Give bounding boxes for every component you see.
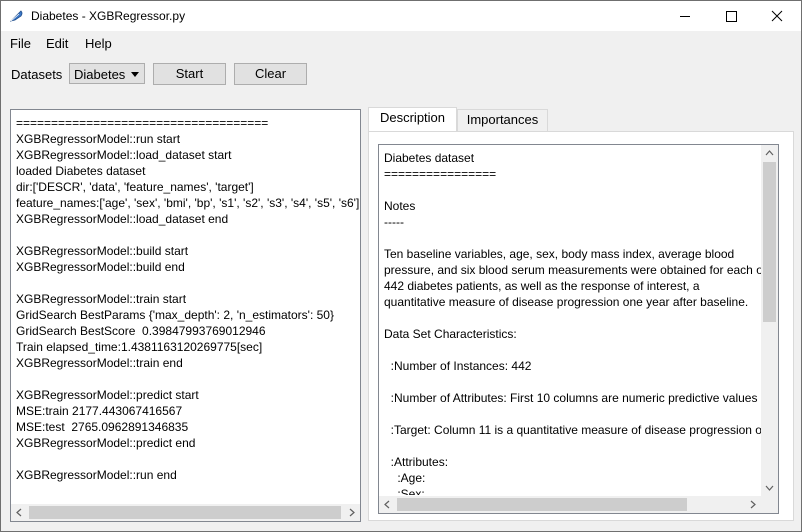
description-horizontal-scrollbar[interactable] — [379, 496, 761, 513]
description-line — [384, 438, 762, 454]
description-line: :Attributes: — [384, 455, 449, 469]
description-line — [384, 342, 762, 358]
datasets-label: Datasets — [11, 67, 63, 82]
log-line: GridSearch BestScore 0.39847993769012946 — [16, 324, 266, 338]
close-icon — [771, 10, 783, 22]
scroll-left-icon[interactable] — [379, 496, 396, 513]
description-line — [384, 230, 762, 246]
start-button[interactable]: Start — [153, 63, 226, 85]
clear-button[interactable]: Clear — [234, 63, 307, 85]
window-title: Diabetes - XGBRegressor.py — [31, 9, 186, 23]
description-textbox[interactable]: Diabetes dataset ================ Notes ---… — [378, 144, 779, 514]
log-line: XGBRegressorModel::predict end — [16, 436, 196, 450]
description-line: pressure, and six blood serum measuremen… — [384, 263, 762, 277]
log-hscroll-thumb[interactable] — [29, 506, 341, 519]
title-bar: Diabetes - XGBRegressor.py — [1, 1, 801, 31]
log-horizontal-scrollbar[interactable] — [11, 504, 360, 521]
chevron-down-icon — [131, 72, 139, 77]
scroll-right-icon[interactable] — [343, 504, 360, 521]
scroll-down-icon[interactable] — [761, 479, 778, 496]
log-line: XGBRegressorModel::train end — [16, 356, 183, 370]
description-line: ----- — [384, 215, 404, 229]
feather-app-icon — [10, 10, 23, 22]
log-line: XGBRegressorModel::load_dataset end — [16, 212, 229, 226]
description-line: :Number of Instances: 442 — [384, 359, 532, 373]
description-line: Diabetes dataset — [384, 151, 475, 165]
close-button[interactable] — [754, 1, 800, 31]
log-line: XGBRegressorModel::train start — [16, 292, 187, 306]
scroll-up-icon[interactable] — [761, 145, 778, 162]
log-line: XGBRegressorModel::load_dataset start — [16, 148, 232, 162]
description-line: :Target: Column 11 is a quantitative mea… — [390, 423, 762, 437]
menu-edit-label: Edit — [46, 36, 69, 51]
maximize-icon — [726, 11, 737, 22]
log-line: loaded Diabetes dataset — [16, 164, 146, 178]
description-tab-panel: Diabetes dataset ================ Notes ---… — [368, 131, 794, 521]
log-line: ==================================== — [16, 116, 269, 130]
description-line — [384, 310, 762, 326]
log-line: XGBRegressorModel::build end — [16, 260, 185, 274]
description-line — [384, 406, 762, 422]
description-vertical-scrollbar[interactable] — [761, 145, 778, 496]
minimize-icon — [680, 16, 690, 17]
menu-bar: File Edit Help — [1, 32, 801, 54]
description-line: 442 diabetes patients, as well as the re… — [384, 279, 700, 293]
scrollbar-corner — [761, 496, 778, 513]
menu-file[interactable]: File — [10, 36, 31, 51]
log-line: XGBRegressorModel::predict start — [16, 388, 199, 402]
log-text: ==================================== XGBR… — [16, 115, 360, 499]
maximize-button[interactable] — [708, 1, 754, 31]
description-hscroll-thumb[interactable] — [397, 498, 687, 511]
log-line: MSE:train 2177.443067416567 — [16, 404, 183, 418]
description-vscroll-thumb[interactable] — [763, 162, 776, 322]
scroll-right-icon[interactable] — [744, 496, 761, 513]
description-text: Diabetes dataset ================ Notes ---… — [384, 150, 762, 495]
menu-help-label: Help — [85, 36, 112, 51]
log-line: feature_names:['age', 'sex', 'bmi', 'bp'… — [16, 196, 360, 210]
description-line: Ten baseline variables, age, sex, body m… — [384, 247, 735, 261]
scroll-left-icon[interactable] — [11, 504, 28, 521]
main-window: Diabetes - XGBRegressor.py File Edit Hel… — [0, 0, 802, 532]
description-line: :Sex: — [384, 487, 425, 495]
minimize-button[interactable] — [662, 1, 708, 31]
description-line: Data Set Characteristics: — [384, 327, 517, 341]
menu-help[interactable]: Help — [85, 36, 112, 51]
datasets-combobox[interactable]: Diabetes — [69, 63, 145, 84]
description-line — [384, 374, 762, 390]
description-line: :Number of Attributes: First 10 columns … — [384, 391, 758, 405]
menu-file-label: File — [10, 36, 31, 51]
log-line: MSE:test 2765.0962891346835 — [16, 420, 189, 434]
description-line: Notes — [384, 199, 416, 213]
log-line: XGBRegressorModel::run start — [16, 132, 181, 146]
log-line: XGBRegressorModel::run end — [16, 468, 177, 482]
log-line: Train elapsed_time:1.4381163120269775[se… — [16, 340, 263, 354]
datasets-selected-value: Diabetes — [74, 67, 126, 82]
log-line: GridSearch BestParams {'max_depth': 2, '… — [16, 308, 334, 322]
description-line: ================ — [384, 167, 497, 181]
log-line: dir:['DESCR', 'data', 'feature_names', '… — [16, 180, 254, 194]
log-line: XGBRegressorModel::build start — [16, 244, 189, 258]
description-line — [384, 182, 762, 198]
description-line: :Age: — [384, 471, 426, 485]
log-output-textbox[interactable]: ==================================== XGBR… — [10, 109, 361, 522]
description-line: quantitative measure of disease progress… — [384, 295, 749, 309]
tab-importances[interactable]: Importances — [457, 109, 548, 131]
tab-description[interactable]: Description — [368, 107, 457, 131]
menu-edit[interactable]: Edit — [46, 36, 68, 51]
